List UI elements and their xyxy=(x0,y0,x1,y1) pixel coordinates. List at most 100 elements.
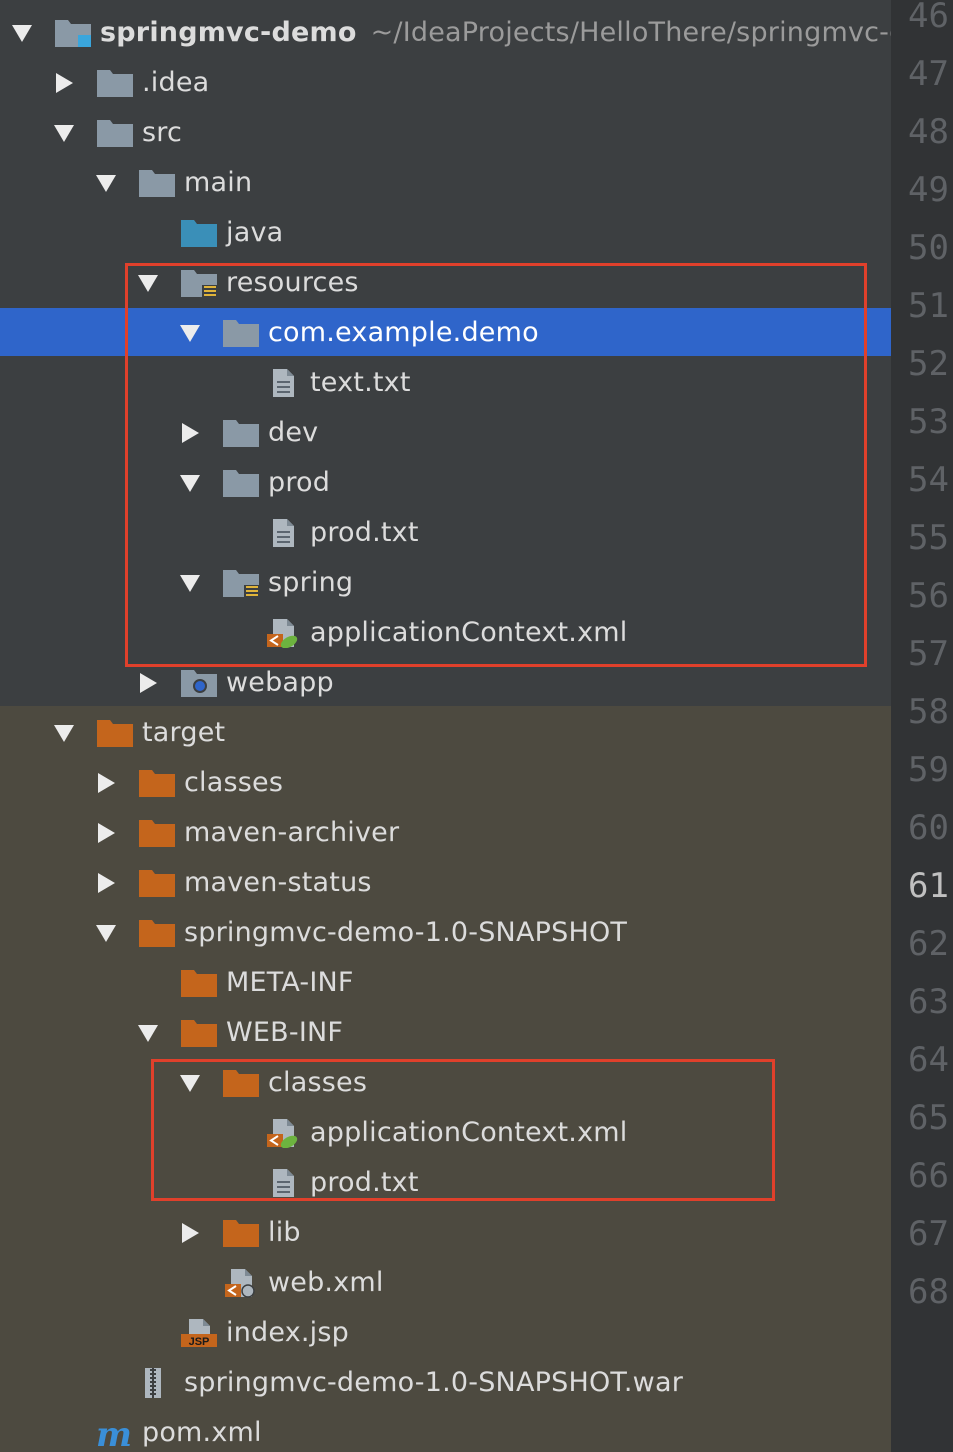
source-folder-icon xyxy=(180,218,218,248)
tree-item-name: springmvc-demo-1.0-SNAPSHOT.war xyxy=(184,1367,684,1398)
war-archive-icon xyxy=(138,1368,176,1398)
expand-arrow-icon[interactable] xyxy=(94,808,118,858)
tree-row[interactable]: JSP index.jsp xyxy=(0,1308,891,1358)
line-number: 67 xyxy=(908,1214,949,1254)
tree-item-name: springmvc-demo xyxy=(100,17,357,48)
line-number: 48 xyxy=(908,112,949,152)
tree-item-label: lib xyxy=(268,1217,301,1249)
folder-icon xyxy=(138,168,176,198)
expand-arrow-icon[interactable] xyxy=(52,58,76,108)
svg-text:m: m xyxy=(96,1418,132,1448)
module-folder-icon xyxy=(54,18,92,48)
tree-item-name: java xyxy=(226,217,284,248)
tree-item-label: springmvc-demo-1.0-SNAPSHOT.war xyxy=(184,1367,683,1399)
editor-gutter: 46 47 48 49 50 51 52 53 54 55 56 57 58 59 60 61 62 63 64 65… xyxy=(891,0,953,1452)
tree-row[interactable]: WEB-INF xyxy=(0,1008,891,1058)
excluded-folder-icon xyxy=(138,818,176,848)
excluded-folder-icon xyxy=(180,1018,218,1048)
tree-row[interactable]: m pom.xml xyxy=(0,1408,891,1452)
tree-item-label: index.jsp xyxy=(226,1317,349,1349)
tree-item-label: maven-archiver xyxy=(184,817,399,849)
tree-row[interactable]: maven-status xyxy=(0,858,891,908)
tree-row[interactable]: springmvc-demo-1.0-SNAPSHOT.war xyxy=(0,1358,891,1408)
web-folder-icon xyxy=(180,668,218,698)
line-number: 53 xyxy=(908,402,949,442)
tree-item-label: java xyxy=(226,217,283,249)
tree-item-label: web.xml xyxy=(268,1267,384,1299)
tree-item-name: src xyxy=(142,117,183,148)
line-number: 54 xyxy=(908,460,949,500)
collapse-arrow-icon[interactable] xyxy=(52,708,76,758)
line-number: 50 xyxy=(908,228,949,268)
tree-item-label: .idea xyxy=(142,67,209,99)
excluded-folder-icon xyxy=(138,768,176,798)
tree-item-label: WEB-INF xyxy=(226,1017,343,1049)
tree-item-label: classes xyxy=(184,767,283,799)
tree-row[interactable]: META-INF xyxy=(0,958,891,1008)
expand-arrow-icon[interactable] xyxy=(178,1208,202,1258)
line-number: 56 xyxy=(908,576,949,616)
collapse-arrow-icon[interactable] xyxy=(94,158,118,208)
tree-item-name: webapp xyxy=(226,667,334,698)
tree-item-name: lib xyxy=(268,1217,301,1248)
excluded-folder-icon xyxy=(222,1218,260,1248)
project-tree[interactable]: springmvc-demo ~/IdeaProjects/HelloThere/… xyxy=(0,0,891,1452)
excluded-folder-icon xyxy=(96,718,134,748)
tree-item-label: springmvc-demo ~/IdeaProjects/HelloThere/… xyxy=(100,17,891,49)
line-number: 64 xyxy=(908,1040,949,1080)
line-number: 57 xyxy=(908,634,949,674)
tree-row[interactable]: lib xyxy=(0,1208,891,1258)
line-number: 59 xyxy=(908,750,949,790)
svg-text:JSP: JSP xyxy=(189,1336,210,1348)
collapse-arrow-icon[interactable] xyxy=(136,1008,160,1058)
tree-item-name: pom.xml xyxy=(142,1417,262,1448)
tree-item-label: pom.xml xyxy=(142,1417,262,1449)
line-number: 49 xyxy=(908,170,949,210)
line-number: 60 xyxy=(908,808,949,848)
tree-item-name: .idea xyxy=(142,67,210,98)
expand-arrow-icon[interactable] xyxy=(94,758,118,808)
tree-row[interactable]: springmvc-demo ~/IdeaProjects/HelloThere/… xyxy=(0,8,891,58)
line-number: 46 xyxy=(908,0,949,36)
line-number: 47 xyxy=(908,54,949,94)
tree-item-label: webapp xyxy=(226,667,334,699)
line-number: 51 xyxy=(908,286,949,326)
line-number: 55 xyxy=(908,518,949,558)
collapse-arrow-icon[interactable] xyxy=(52,108,76,158)
tree-item-name: main xyxy=(184,167,253,198)
tree-item-name: web.xml xyxy=(268,1267,384,1298)
web-xml-file-icon xyxy=(222,1268,260,1298)
excluded-folder-icon xyxy=(138,868,176,898)
project-path: ~/IdeaProjects/HelloThere/springmvc-d xyxy=(370,17,891,48)
tree-row[interactable]: .idea xyxy=(0,58,891,108)
collapse-arrow-icon[interactable] xyxy=(10,8,34,58)
tree-row[interactable]: web.xml xyxy=(0,1258,891,1308)
tree-row[interactable]: springmvc-demo-1.0-SNAPSHOT xyxy=(0,908,891,958)
line-number: 61 xyxy=(908,866,949,906)
maven-pom-icon: m xyxy=(96,1415,134,1452)
tree-item-name: META-INF xyxy=(226,967,354,998)
tree-item-name: classes xyxy=(184,767,284,798)
expand-arrow-icon[interactable] xyxy=(94,858,118,908)
tree-item-name: target xyxy=(142,717,226,748)
tree-row[interactable]: main xyxy=(0,158,891,208)
collapse-arrow-icon[interactable] xyxy=(94,908,118,958)
folder-icon xyxy=(96,118,134,148)
tree-item-name: maven-archiver xyxy=(184,817,400,848)
tree-item-name: springmvc-demo-1.0-SNAPSHOT xyxy=(184,917,628,948)
tree-row[interactable]: maven-archiver xyxy=(0,808,891,858)
tree-row[interactable]: src xyxy=(0,108,891,158)
jsp-file-icon: JSP xyxy=(180,1318,218,1348)
tree-row[interactable]: target xyxy=(0,708,891,758)
tree-row[interactable]: classes xyxy=(0,758,891,808)
tree-item-label: maven-status xyxy=(184,867,372,899)
tree-item-label: springmvc-demo-1.0-SNAPSHOT xyxy=(184,917,627,949)
tree-row[interactable]: java xyxy=(0,208,891,258)
tree-item-label: src xyxy=(142,117,182,149)
line-number: 58 xyxy=(908,692,949,732)
excluded-folder-icon xyxy=(180,968,218,998)
line-number: 65 xyxy=(908,1098,949,1138)
excluded-folder-icon xyxy=(138,918,176,948)
line-number: 68 xyxy=(908,1272,949,1312)
tree-item-label: META-INF xyxy=(226,967,354,999)
